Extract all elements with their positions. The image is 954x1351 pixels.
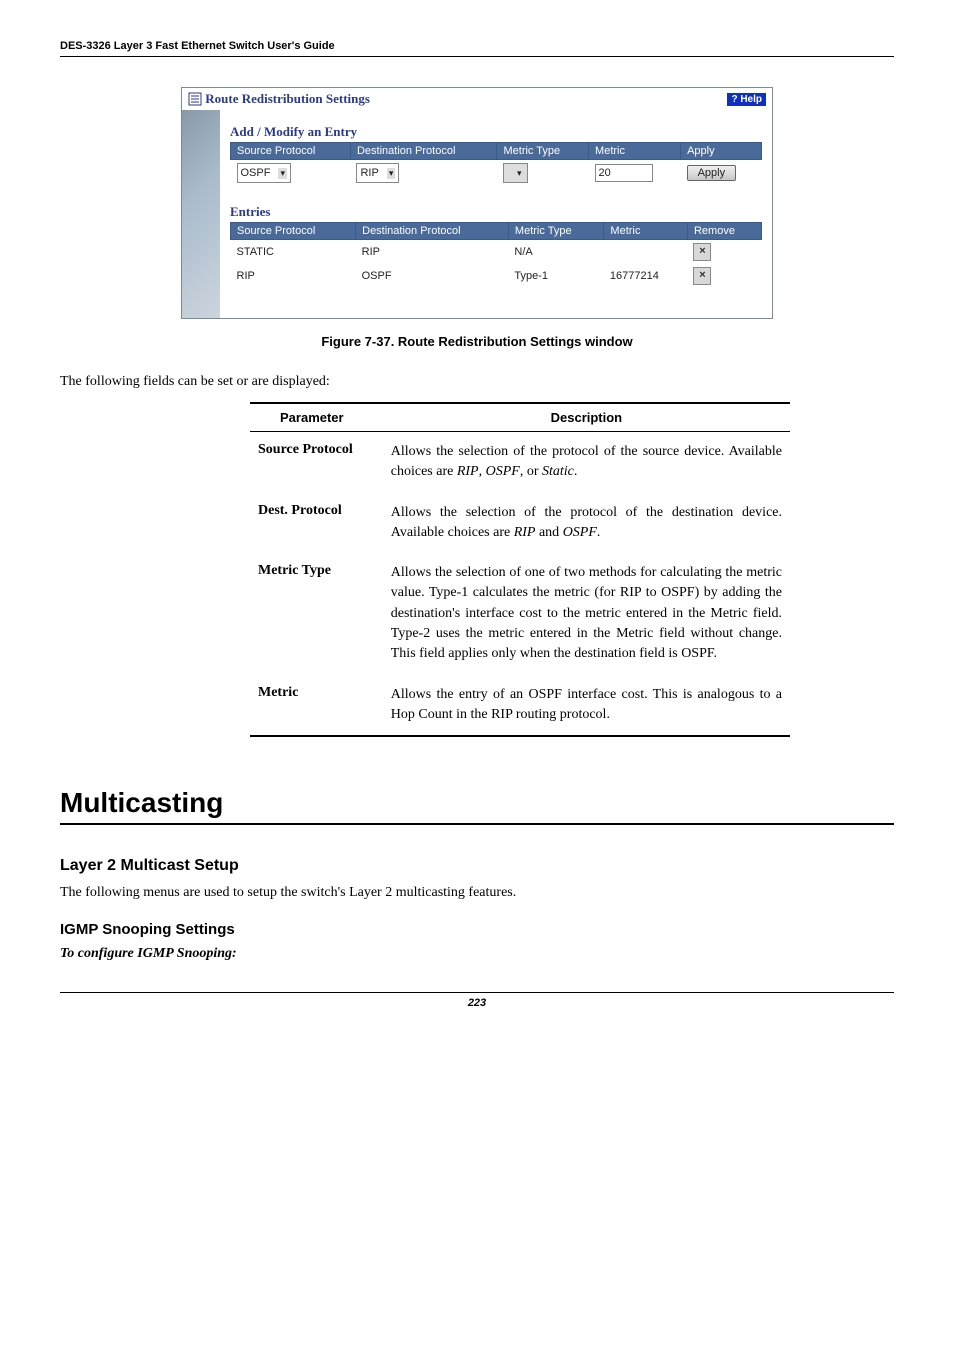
param-name: Source Protocol — [250, 432, 383, 493]
ecol-dst: Destination Protocol — [356, 223, 509, 240]
subsection-heading: Layer 2 Multicast Setup — [60, 857, 894, 875]
col-dst: Destination Protocol — [350, 143, 497, 160]
page-footer: 223 — [60, 992, 894, 1009]
entries-section-title: Entries — [230, 204, 762, 220]
ecol-src: Source Protocol — [231, 223, 356, 240]
entries-table: Source Protocol Destination Protocol Met… — [230, 222, 762, 288]
metric-input[interactable]: 20 — [595, 164, 653, 182]
source-protocol-select[interactable]: OSPF — [237, 163, 291, 183]
cell-mtype: Type-1 — [508, 264, 604, 288]
add-section-title: Add / Modify an Entry — [230, 124, 762, 140]
apply-button[interactable]: Apply — [687, 165, 737, 181]
col-src: Source Protocol — [231, 143, 351, 160]
param-name: Metric — [250, 675, 383, 737]
ecol-remove: Remove — [687, 223, 761, 240]
cell-metric — [604, 240, 688, 265]
col-mtype: Metric Type — [497, 143, 589, 160]
intro-text: The following fields can be set or are d… — [60, 374, 894, 390]
cell-dst: RIP — [356, 240, 509, 265]
ecol-metric: Metric — [604, 223, 688, 240]
param-head: Parameter — [250, 403, 383, 432]
param-name: Metric Type — [250, 553, 383, 674]
remove-button[interactable]: × — [693, 267, 711, 285]
parameter-table: Parameter Description Source Protocol Al… — [250, 402, 790, 737]
section-heading: Multicasting — [60, 787, 894, 825]
body-text: The following menus are used to setup th… — [60, 885, 894, 901]
col-metric: Metric — [589, 143, 681, 160]
figure-caption: Figure 7-37. Route Redistribution Settin… — [60, 334, 894, 349]
task-intro: To configure IGMP Snooping: — [60, 946, 894, 962]
cell-src: RIP — [231, 264, 356, 288]
cell-dst: OSPF — [356, 264, 509, 288]
dest-protocol-select[interactable]: RIP — [356, 163, 399, 183]
screenshot-figure: Route Redistribution Settings ? Help Add… — [181, 87, 773, 319]
metric-type-select[interactable] — [503, 163, 528, 183]
param-desc: Allows the selection of the protocol of … — [383, 432, 790, 493]
desc-head: Description — [383, 403, 790, 432]
col-apply: Apply — [681, 143, 762, 160]
page-header: DES-3326 Layer 3 Fast Ethernet Switch Us… — [60, 40, 894, 57]
help-button[interactable]: ? Help — [727, 93, 766, 106]
window-icon: Route Redistribution Settings — [188, 91, 370, 107]
table-row: STATIC RIP N/A × — [231, 240, 762, 265]
cell-mtype: N/A — [508, 240, 604, 265]
cell-metric: 16777214 — [604, 264, 688, 288]
table-row: RIP OSPF Type-1 16777214 × — [231, 264, 762, 288]
subsubsection-heading: IGMP Snooping Settings — [60, 921, 894, 938]
decorative-stripe — [182, 110, 220, 318]
window-title: Route Redistribution Settings — [205, 91, 370, 107]
param-desc: Allows the selection of the protocol of … — [383, 493, 790, 554]
cell-src: STATIC — [231, 240, 356, 265]
param-desc: Allows the entry of an OSPF interface co… — [383, 675, 790, 737]
ecol-mtype: Metric Type — [508, 223, 604, 240]
add-table: Source Protocol Destination Protocol Met… — [230, 142, 762, 186]
param-name: Dest. Protocol — [250, 493, 383, 554]
remove-button[interactable]: × — [693, 243, 711, 261]
param-desc: Allows the selection of one of two metho… — [383, 553, 790, 674]
